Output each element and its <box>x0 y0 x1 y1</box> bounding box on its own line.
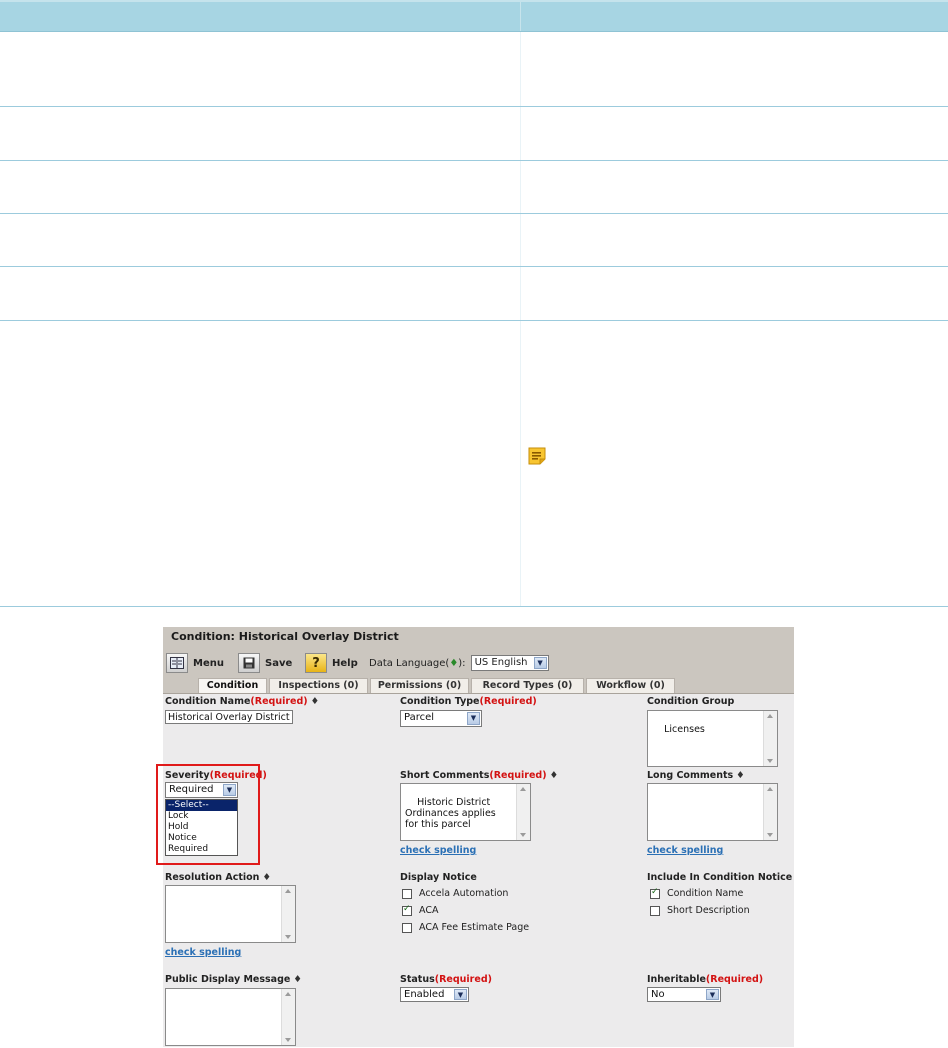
tab-inspections[interactable]: Inspections (0) <box>269 678 368 693</box>
checkbox[interactable] <box>402 888 412 899</box>
language-select[interactable]: US English ▼ <box>470 655 549 671</box>
scrollbar[interactable] <box>763 711 777 766</box>
status-label: Status(Required) <box>400 974 492 985</box>
table-row <box>0 32 948 107</box>
condition-group-label: Condition Group <box>647 696 735 707</box>
help-button[interactable]: ? Help <box>305 653 358 673</box>
check-spelling-link[interactable]: check spelling <box>647 845 723 856</box>
condition-name-label: Condition Name(Required) ♦ <box>165 696 320 707</box>
scrollbar[interactable] <box>763 784 777 840</box>
help-label: Help <box>332 657 358 669</box>
condition-type-select[interactable]: Parcel ▼ <box>400 710 482 727</box>
scrollbar[interactable] <box>516 784 530 840</box>
toolbar: Menu Save ? Help Data Language(♦): US En… <box>163 651 794 677</box>
form-title: Condition: Historical Overlay District <box>163 627 794 651</box>
table-header <box>0 0 948 32</box>
short-comments-label: Short Comments(Required) ♦ <box>400 770 559 781</box>
table-row <box>0 214 948 267</box>
include-notice-option[interactable]: Short Description <box>650 905 750 916</box>
checkbox[interactable] <box>402 904 412 916</box>
resolution-action-label: Resolution Action ♦ <box>165 872 271 883</box>
scrollbar[interactable] <box>281 989 295 1045</box>
condition-form: Condition: Historical Overlay District M… <box>156 627 794 1047</box>
public-display-message-label: Public Display Message ♦ <box>165 974 302 985</box>
menu-icon <box>166 653 188 673</box>
include-notice-label: Include In Condition Notice <box>647 872 793 883</box>
check-spelling-link[interactable]: check spelling <box>165 947 241 958</box>
save-icon <box>238 653 260 673</box>
checkbox[interactable] <box>402 922 412 933</box>
display-notice-option[interactable]: ACA <box>402 904 438 916</box>
menu-label: Menu <box>193 657 224 669</box>
inheritable-label: Inheritable(Required) <box>647 974 764 985</box>
long-comments-textarea[interactable] <box>647 783 778 841</box>
tab-permissions[interactable]: Permissions (0) <box>370 678 469 693</box>
table-row <box>0 321 948 607</box>
inheritable-select[interactable]: No ▼ <box>647 987 721 1002</box>
note-icon <box>528 447 546 465</box>
help-icon: ? <box>305 653 327 673</box>
tab-workflow[interactable]: Workflow (0) <box>586 678 675 693</box>
table-row <box>0 107 948 161</box>
data-language: Data Language(♦): US English ▼ <box>369 655 549 671</box>
table-row <box>0 267 948 321</box>
chevron-down-icon: ▼ <box>467 712 480 725</box>
long-comments-label: Long Comments ♦ <box>647 770 745 781</box>
tab-bar: Condition Inspections (0) Permissions (0… <box>163 677 794 694</box>
save-label: Save <box>265 657 293 669</box>
check-spelling-link[interactable]: check spelling <box>400 845 476 856</box>
display-notice-option[interactable]: Accela Automation <box>402 888 508 899</box>
scrollbar[interactable] <box>281 886 295 942</box>
condition-group-textarea[interactable]: Licenses <box>647 710 778 767</box>
include-notice-option[interactable]: Condition Name <box>650 887 743 899</box>
condition-name-input[interactable]: Historical Overlay District <box>165 710 293 724</box>
save-button[interactable]: Save <box>238 653 292 673</box>
display-notice-label: Display Notice <box>400 872 477 883</box>
status-select[interactable]: Enabled ▼ <box>400 987 469 1002</box>
highlight-box <box>156 764 260 865</box>
tab-condition[interactable]: Condition <box>198 678 267 693</box>
display-notice-option[interactable]: ACA Fee Estimate Page <box>402 922 529 933</box>
table-row <box>0 161 948 214</box>
checkbox[interactable] <box>650 887 660 899</box>
condition-type-label: Condition Type(Required) <box>400 696 537 707</box>
menu-button[interactable]: Menu <box>166 653 224 673</box>
public-display-message-textarea[interactable] <box>165 988 296 1046</box>
checkbox[interactable] <box>650 905 660 916</box>
short-comments-textarea[interactable]: Historic District Ordinances applies for… <box>400 783 531 841</box>
data-table <box>0 0 948 607</box>
chevron-down-icon: ▼ <box>706 989 719 1000</box>
tab-record-types[interactable]: Record Types (0) <box>471 678 584 693</box>
chevron-down-icon: ▼ <box>533 657 547 669</box>
resolution-action-textarea[interactable] <box>165 885 296 943</box>
chevron-down-icon: ▼ <box>454 989 467 1000</box>
